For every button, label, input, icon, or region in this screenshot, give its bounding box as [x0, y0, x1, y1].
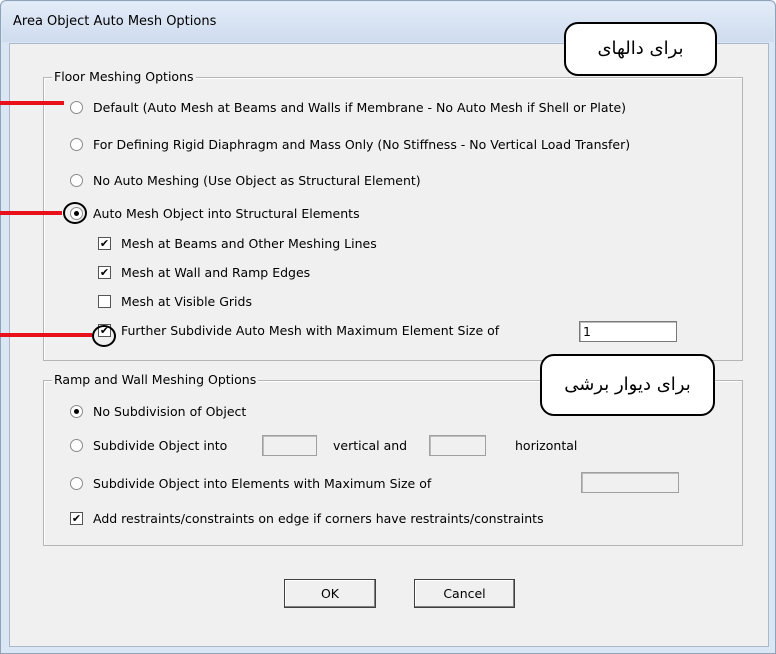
radio-subdivide-into-circle[interactable]: [70, 439, 83, 452]
red-marker-subdivide: [0, 333, 92, 337]
checkbox-mesh-beams-box[interactable]: ✔: [98, 237, 111, 250]
ok-button[interactable]: OK: [284, 579, 376, 608]
checkbox-restraints[interactable]: ✔ Add restraints/constraints on edge if …: [70, 511, 544, 526]
floor-meshing-group: Floor Meshing Options Default (Auto Mesh…: [43, 69, 743, 361]
radio-no-subdivision[interactable]: No Subdivision of Object: [70, 404, 246, 419]
cancel-button[interactable]: Cancel: [414, 579, 515, 608]
checkbox-mesh-beams-label: Mesh at Beams and Other Meshing Lines: [121, 236, 377, 251]
dialog-window: Area Object Auto Mesh Options Floor Mesh…: [0, 0, 776, 654]
checkbox-mesh-grids-box[interactable]: [98, 295, 111, 308]
radio-auto-mesh-label: Auto Mesh Object into Structural Element…: [93, 206, 360, 221]
checkbox-mesh-beams[interactable]: ✔ Mesh at Beams and Other Meshing Lines: [98, 236, 377, 251]
radio-default-circle[interactable]: [70, 101, 83, 114]
window-title: Area Object Auto Mesh Options: [13, 14, 217, 29]
horizontal-label: horizontal: [515, 438, 578, 453]
max-element-size-input[interactable]: 1: [579, 321, 677, 342]
radio-no-subdivision-circle[interactable]: [70, 405, 83, 418]
callout-shear-wall-text: برای دیوار برشی: [564, 374, 691, 395]
circle-marker-auto-mesh: [63, 202, 87, 224]
radio-no-auto-meshing[interactable]: No Auto Meshing (Use Object as Structura…: [70, 173, 421, 188]
checkbox-mesh-grids-label: Mesh at Visible Grids: [121, 294, 252, 309]
radio-rigid-diaphragm-circle[interactable]: [70, 138, 83, 151]
callout-shear-wall: برای دیوار برشی: [540, 354, 715, 416]
horizontal-count-input[interactable]: [429, 435, 486, 456]
radio-auto-mesh[interactable]: Auto Mesh Object into Structural Element…: [70, 206, 360, 221]
radio-subdivide-max-size-circle[interactable]: [70, 477, 83, 490]
radio-no-subdivision-label: No Subdivision of Object: [93, 404, 247, 419]
floor-meshing-legend: Floor Meshing Options: [52, 69, 196, 84]
checkbox-restraints-box[interactable]: ✔: [70, 512, 83, 525]
checkbox-subdivide-label: Further Subdivide Auto Mesh with Maximum…: [121, 323, 500, 338]
dialog-body: Floor Meshing Options Default (Auto Mesh…: [9, 43, 769, 647]
checkbox-restraints-label: Add restraints/constraints on edge if co…: [93, 511, 544, 526]
callout-slabs-text: برای دالهای: [597, 38, 684, 59]
checkbox-mesh-walls[interactable]: ✔ Mesh at Wall and Ramp Edges: [98, 265, 310, 280]
radio-default-label: Default (Auto Mesh at Beams and Walls if…: [93, 100, 627, 115]
callout-slabs: برای دالهای: [564, 22, 717, 76]
radio-no-auto-meshing-circle[interactable]: [70, 174, 83, 187]
ramp-max-size-input[interactable]: [581, 472, 679, 493]
checkbox-mesh-walls-label: Mesh at Wall and Ramp Edges: [121, 265, 311, 280]
radio-no-auto-meshing-label: No Auto Meshing (Use Object as Structura…: [93, 173, 421, 188]
circle-marker-subdivide: [92, 325, 116, 347]
radio-rigid-diaphragm-label: For Defining Rigid Diaphragm and Mass On…: [93, 137, 631, 152]
checkbox-mesh-walls-box[interactable]: ✔: [98, 266, 111, 279]
vertical-and-label: vertical and: [333, 438, 408, 453]
radio-subdivide-max-size-label: Subdivide Object into Elements with Maxi…: [93, 476, 432, 491]
radio-default[interactable]: Default (Auto Mesh at Beams and Walls if…: [70, 100, 626, 115]
vertical-count-input[interactable]: [262, 435, 317, 456]
radio-subdivide-max-size[interactable]: Subdivide Object into Elements with Maxi…: [70, 476, 431, 491]
checkbox-subdivide[interactable]: ✔ Further Subdivide Auto Mesh with Maxim…: [98, 323, 499, 338]
checkbox-mesh-grids[interactable]: Mesh at Visible Grids: [98, 294, 252, 309]
ramp-wall-meshing-legend: Ramp and Wall Meshing Options: [52, 372, 259, 387]
radio-subdivide-into-label: Subdivide Object into: [93, 438, 228, 453]
radio-selected-dot: [74, 409, 79, 414]
red-marker-auto-mesh: [0, 211, 62, 215]
radio-rigid-diaphragm[interactable]: For Defining Rigid Diaphragm and Mass On…: [70, 137, 630, 152]
red-marker-default: [0, 101, 64, 105]
radio-subdivide-into[interactable]: Subdivide Object into: [70, 438, 227, 453]
